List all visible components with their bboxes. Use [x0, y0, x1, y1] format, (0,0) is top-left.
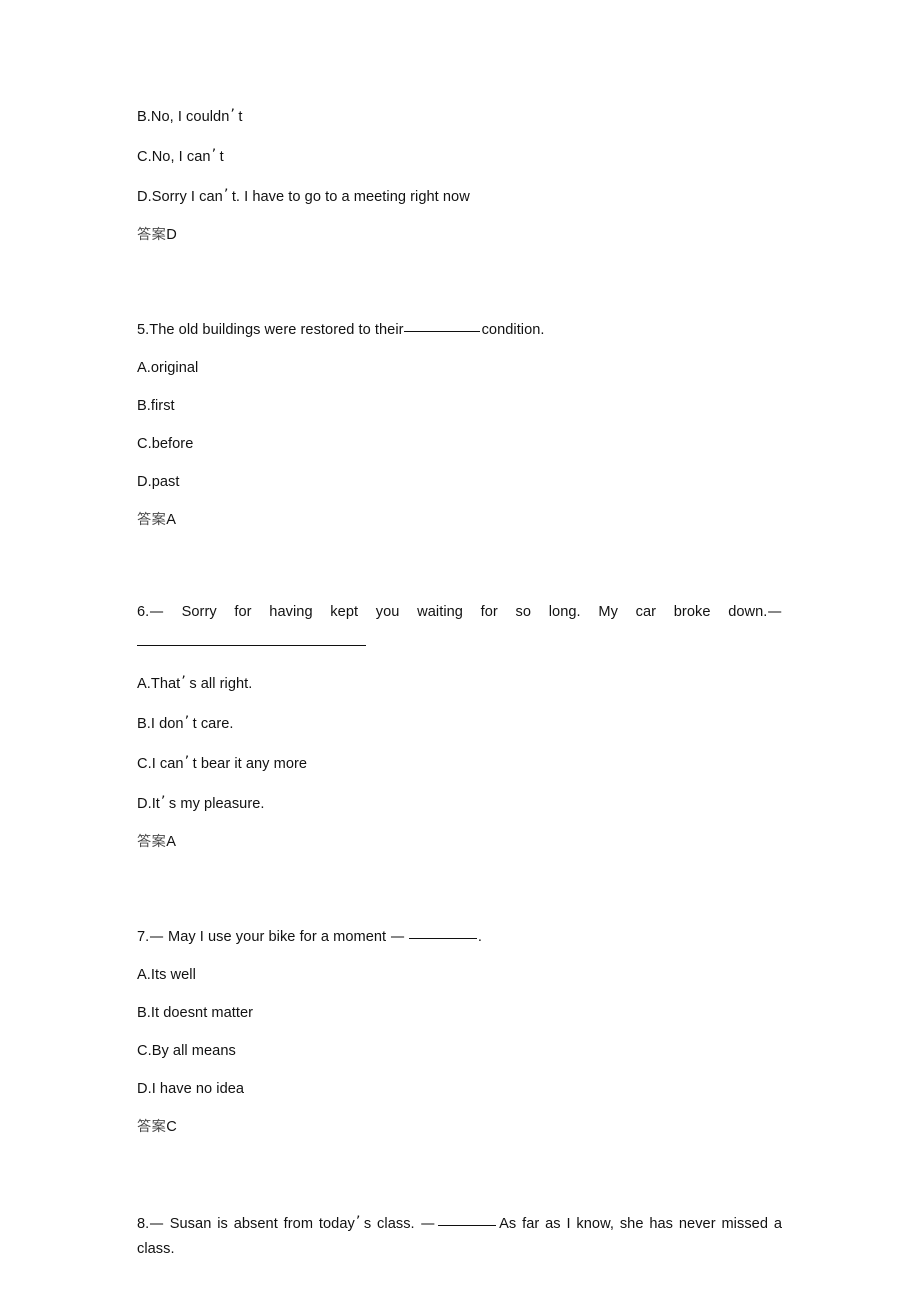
stem-number: 6.: [137, 603, 150, 620]
em-dash-glyph: —: [149, 1214, 164, 1232]
answer-label: 答案: [137, 512, 167, 529]
option-row: A.That’ s all right.: [137, 675, 782, 692]
answer-row: 答案A: [137, 835, 782, 850]
apostrophe-glyph: ’: [211, 147, 217, 164]
document-page: B.No, I couldn’ t C.No, I can’ t D.Sorry I…: [0, 0, 920, 1302]
answer-row: 答案D: [137, 228, 782, 243]
em-dash-glyph: —: [149, 602, 164, 620]
stem-text-tail: condition.: [481, 321, 545, 338]
stem-text: 5.The old buildings were restored to the…: [137, 321, 404, 338]
question-block-q8: 8.— Susan is absent from today’ s class. …: [137, 1210, 782, 1264]
answer-label: 答案: [137, 1119, 167, 1136]
apostrophe-glyph: ’: [181, 673, 186, 690]
answer-row: 答案C: [137, 1120, 782, 1135]
option-row: B.It doesnt matter: [137, 1004, 254, 1021]
option-row: D.Sorry I can’ t. I have to go to a meeti…: [137, 188, 782, 205]
answer-label: 答案: [137, 227, 167, 244]
em-dash-glyph: —: [390, 927, 405, 945]
answer-value: D: [166, 227, 177, 244]
option-text: C.No, I can: [137, 149, 211, 166]
fill-in-blank: [408, 927, 477, 939]
option-row: B.first: [137, 398, 175, 415]
option-row: D.past: [137, 474, 180, 491]
option-row: A.original: [137, 359, 199, 376]
answer-value: A: [166, 834, 176, 850]
fill-in-blank: [438, 1214, 497, 1226]
option-text-tail: t: [219, 149, 224, 166]
question-block-q5: 5.The old buildings were restored to the…: [137, 320, 782, 528]
apostrophe-glyph: ’: [355, 1213, 361, 1230]
stem-text-mid: s class.: [363, 1215, 415, 1232]
answer-label: 答案: [137, 834, 167, 850]
option-text: A.That: [137, 675, 181, 692]
option-text-tail: s my pleasure.: [168, 795, 265, 812]
stem-number: 7.: [137, 928, 150, 945]
fill-in-blank: [403, 320, 480, 332]
option-row: B.No, I couldn’ t: [137, 108, 782, 125]
stem-text: Susan is absent from today: [169, 1215, 355, 1232]
fill-in-blank: [137, 633, 366, 646]
question-stem: 8.— Susan is absent from today’ s class. …: [137, 1210, 782, 1264]
question-block-q6: 6.— Sorry for having kept you waiting fo…: [137, 602, 782, 850]
stem-text: Sorry for having kept you waiting for so…: [181, 603, 768, 620]
apostrophe-glyph: ’: [223, 187, 229, 204]
answer-value: A: [166, 512, 176, 529]
option-text-tail: t. I have to go to a meeting right now: [231, 189, 470, 206]
option-row: D.It’ s my pleasure.: [137, 795, 782, 812]
em-dash-glyph: —: [420, 1214, 436, 1232]
option-text: C.I can: [137, 755, 184, 772]
answer-row: 答案A: [137, 513, 782, 528]
question-block-q7: 7.— May I use your bike for a moment —. …: [137, 927, 782, 1135]
question-stem: 7.— May I use your bike for a moment —.: [137, 927, 782, 945]
option-text-tail: t bear it any more: [192, 755, 308, 772]
question-stem-line-2: [137, 633, 782, 652]
option-text: B.No, I couldn: [137, 109, 230, 125]
document-content: B.No, I couldn’ t C.No, I can’ t D.Sorry I…: [137, 108, 782, 1263]
option-text-tail: t: [238, 109, 243, 125]
em-dash-glyph: —: [149, 927, 164, 945]
stem-text: May I use your bike for a moment: [167, 928, 387, 945]
option-row: A.Its well: [137, 966, 196, 983]
em-dash-glyph: —: [767, 602, 782, 620]
option-text-tail: s all right.: [189, 675, 253, 692]
question-block-q4-tail: B.No, I couldn’ t C.No, I can’ t D.Sorry I…: [137, 108, 782, 243]
option-text: B.I don: [137, 715, 184, 732]
stem-number: 8.: [137, 1215, 150, 1232]
option-row: D.I have no idea: [137, 1080, 245, 1097]
option-text-tail: t care.: [192, 715, 234, 732]
option-text: D.It: [137, 795, 160, 812]
apostrophe-glyph: ’: [184, 713, 190, 730]
option-row: C.No, I can’ t: [137, 148, 782, 165]
option-row: C.By all means: [137, 1042, 236, 1059]
question-stem-line-1: 6.— Sorry for having kept you waiting fo…: [137, 602, 782, 620]
option-row: B.I don’ t care.: [137, 715, 782, 732]
question-stem: 5.The old buildings were restored to the…: [137, 320, 782, 338]
option-text: D.Sorry I can: [137, 189, 223, 206]
stem-text-tail: .: [477, 928, 482, 945]
option-row: C.before: [137, 436, 194, 453]
answer-value: C: [166, 1119, 177, 1136]
apostrophe-glyph: ’: [160, 793, 166, 810]
option-row: C.I can’ t bear it any more: [137, 755, 782, 772]
apostrophe-glyph: ’: [184, 753, 190, 770]
